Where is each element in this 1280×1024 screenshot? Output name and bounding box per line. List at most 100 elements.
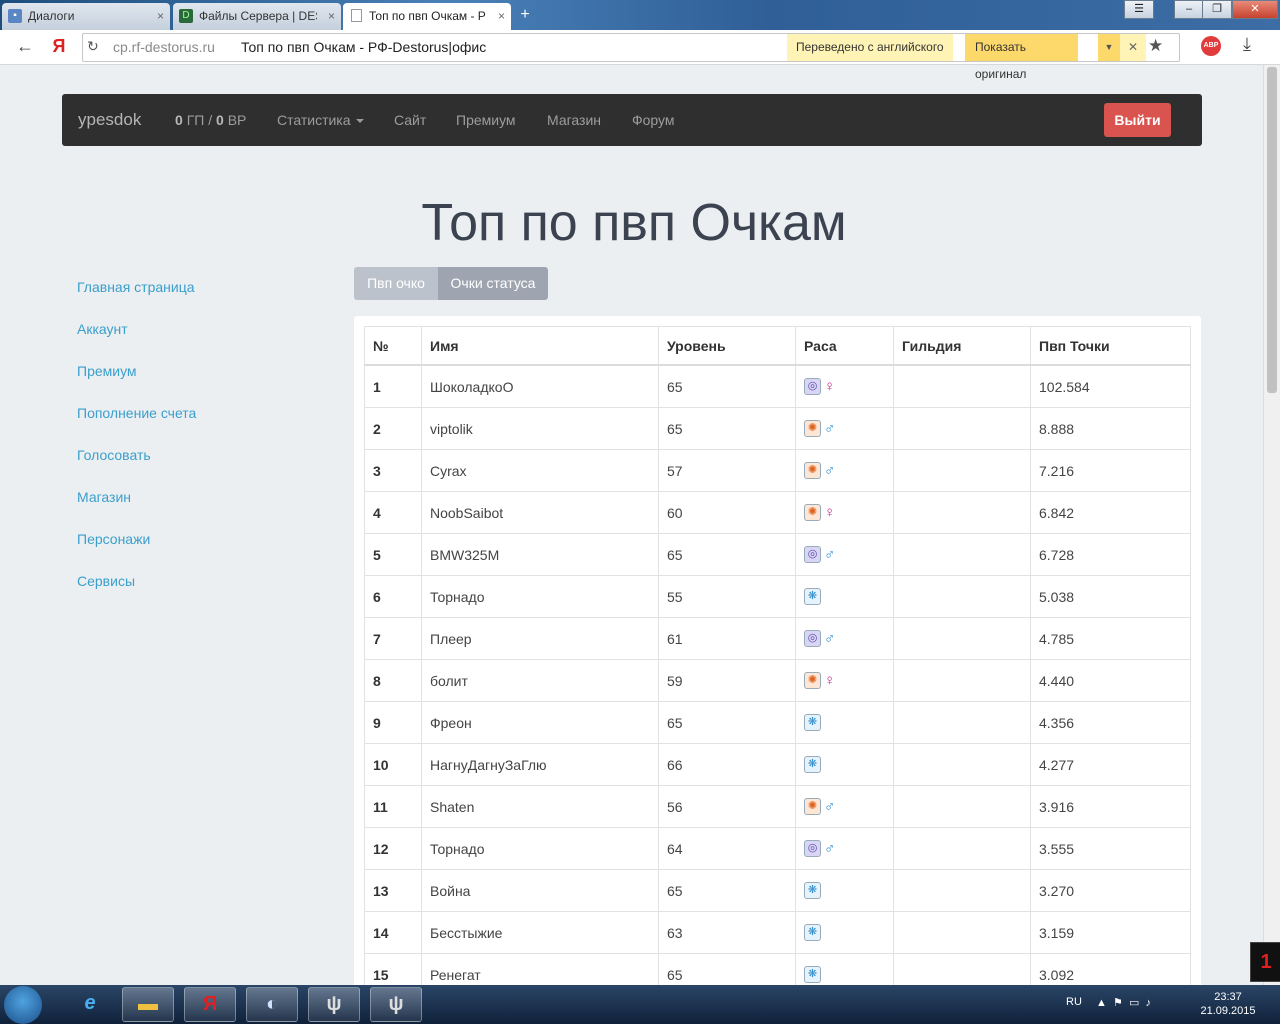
download-icon[interactable]: ⤓ <box>1243 34 1251 55</box>
cell-race: ❋ <box>795 575 894 618</box>
cell-name: viptolik <box>421 407 659 450</box>
minimize-icon[interactable]: – <box>1174 0 1204 19</box>
male-icon: ♂ <box>824 420 836 438</box>
cell-name: Плеер <box>421 617 659 660</box>
table-header-row: № Имя Уровень Раса Гильдия Пвп Точки <box>364 326 1191 366</box>
cell-race: ◎ ♂ <box>795 827 894 870</box>
nav-forum[interactable]: Форум <box>632 112 675 128</box>
chevron-down-icon[interactable]: ▼ <box>1098 34 1120 61</box>
cell-race: ◎ ♀ <box>795 364 894 408</box>
sidebar-item-characters[interactable]: Персонажи <box>77 531 150 547</box>
cell-pvp-points: 6.842 <box>1030 491 1191 534</box>
close-tab-icon[interactable]: × <box>498 3 505 29</box>
address-bar-row: ← Я ↻ cp.rf-destorus.ru Топ по пвп Очкам… <box>0 30 1280 81</box>
sidebar-item-home[interactable]: Главная страница <box>77 279 195 295</box>
sidebar-item-topup[interactable]: Пополнение счета <box>77 405 196 421</box>
game-icon[interactable]: ψ <box>308 987 360 1022</box>
window-close-icon[interactable]: ✕ <box>1232 0 1278 19</box>
cora-race-icon: ❋ <box>804 714 821 732</box>
cora-race-icon: ❋ <box>804 756 821 774</box>
cell-name: Война <box>421 869 659 912</box>
adblock-icon[interactable]: ABP <box>1201 36 1221 56</box>
close-translate-icon[interactable]: ✕ <box>1120 34 1146 61</box>
sidebar-item-vote[interactable]: Голосовать <box>77 447 151 463</box>
close-tab-icon[interactable]: × <box>157 3 164 29</box>
cell-rank: 10 <box>364 743 422 786</box>
cell-level: 65 <box>658 407 796 450</box>
game-icon[interactable]: ψ <box>370 987 422 1022</box>
sidebar-item-services[interactable]: Сервисы <box>77 573 135 589</box>
male-icon: ♂ <box>824 546 836 564</box>
system-tray-icons[interactable]: ▲ ⚑ ▭ ♪ <box>1096 996 1151 1009</box>
browser-tab-dialogs[interactable]: ▪ Диалоги × <box>2 3 170 30</box>
nav-premium[interactable]: Премиум <box>456 112 516 128</box>
cell-rank: 12 <box>364 827 422 870</box>
cell-level: 56 <box>658 785 796 828</box>
tab-status-points[interactable]: Очки статуса <box>438 267 548 300</box>
yandex-icon[interactable]: Я <box>48 35 70 57</box>
clock[interactable]: 23:37 21.09.2015 <box>1196 990 1260 1018</box>
cell-rank: 3 <box>364 449 422 492</box>
close-tab-icon[interactable]: × <box>328 3 335 29</box>
nav-site[interactable]: Сайт <box>394 112 426 128</box>
site-navbar: ypesdok 0 ГП / 0 ВР Статистика Сайт Прем… <box>62 94 1202 146</box>
header-pvp-points: Пвп Точки <box>1030 326 1191 366</box>
yandex-browser-icon[interactable]: Я <box>184 987 236 1022</box>
new-tab-icon[interactable]: + <box>515 6 535 24</box>
cell-guild <box>893 743 1031 786</box>
scrollbar-thumb[interactable] <box>1267 67 1277 393</box>
ranking-table: № Имя Уровень Раса Гильдия Пвп Точки 1 Шо… <box>364 326 1191 996</box>
cell-guild <box>893 785 1031 828</box>
language-indicator[interactable]: RU <box>1066 996 1082 1008</box>
back-arrow-icon[interactable]: ← <box>14 35 36 57</box>
table-row: 3 Cyrax 57 ✺ ♂ 7.216 <box>364 449 1191 492</box>
explorer-icon[interactable]: ▬ <box>122 987 174 1022</box>
gp-value: 0 <box>175 112 183 128</box>
browser-tab-active[interactable]: Топ по пвп Очкам - Р × <box>343 3 511 30</box>
reload-icon[interactable]: ↻ <box>87 38 99 55</box>
header-guild: Гильдия <box>893 326 1031 366</box>
restore-icon[interactable]: ❐ <box>1202 0 1232 19</box>
table-row: 13 Война 65 ❋ 3.270 <box>364 869 1191 912</box>
nav-statistics-dropdown[interactable]: Статистика <box>277 112 364 128</box>
bookmark-star-icon[interactable]: ★ <box>1148 36 1163 56</box>
browser-menu-icon[interactable]: ☰ <box>1124 0 1154 19</box>
cell-guild <box>893 617 1031 660</box>
app-icon[interactable]: ◐ <box>246 987 298 1022</box>
accretia-race-icon: ◎ <box>804 546 821 564</box>
cell-guild <box>893 659 1031 702</box>
cell-race: ❋ <box>795 701 894 744</box>
table-row: 9 Фреон 65 ❋ 4.356 <box>364 701 1191 744</box>
accretia-race-icon: ◎ <box>804 630 821 648</box>
cora-race-icon: ❋ <box>804 966 821 984</box>
ie-icon[interactable]: e <box>64 987 116 1022</box>
logout-button[interactable]: Выйти <box>1104 103 1171 137</box>
start-button[interactable] <box>4 986 42 1024</box>
table-row: 11 Shaten 56 ✺ ♂ 3.916 <box>364 785 1191 828</box>
header-level: Уровень <box>658 326 796 366</box>
nav-shop[interactable]: Магазин <box>547 112 601 128</box>
cell-rank: 4 <box>364 491 422 534</box>
cell-race: ❋ <box>795 911 894 954</box>
cell-pvp-points: 5.038 <box>1030 575 1191 618</box>
cora-race-icon: ❋ <box>804 588 821 606</box>
clock-time: 23:37 <box>1214 991 1242 1003</box>
cell-pvp-points: 4.356 <box>1030 701 1191 744</box>
table-row: 5 BMW325M 65 ◎ ♂ 6.728 <box>364 533 1191 576</box>
show-original-button[interactable]: Показать оригинал <box>965 34 1078 81</box>
browser-tab-server-files[interactable]: D Файлы Сервера | DES × <box>173 3 341 30</box>
sidebar-item-shop[interactable]: Магазин <box>77 489 131 505</box>
windows-taskbar: e ▬ Я ◐ ψ ψ RU ▲ ⚑ ▭ ♪ 23:37 21.09.2015 <box>0 985 1280 1024</box>
page-scrollbar[interactable] <box>1263 65 1280 985</box>
cell-level: 63 <box>658 911 796 954</box>
tab-pvp-points[interactable]: Пвп очко <box>354 267 438 300</box>
cell-pvp-points: 4.440 <box>1030 659 1191 702</box>
cell-name: болит <box>421 659 659 702</box>
overlay-app-badge[interactable]: 1 <box>1250 942 1280 982</box>
address-bar[interactable]: ↻ cp.rf-destorus.ru Топ по пвп Очкам - Р… <box>82 33 1180 81</box>
sidebar-item-premium[interactable]: Премиум <box>77 363 137 379</box>
brand-username[interactable]: ypesdok <box>78 110 141 130</box>
browser-tab-label: Диалоги <box>28 9 75 23</box>
male-icon: ♂ <box>824 630 836 648</box>
sidebar-item-account[interactable]: Аккаунт <box>77 321 128 337</box>
